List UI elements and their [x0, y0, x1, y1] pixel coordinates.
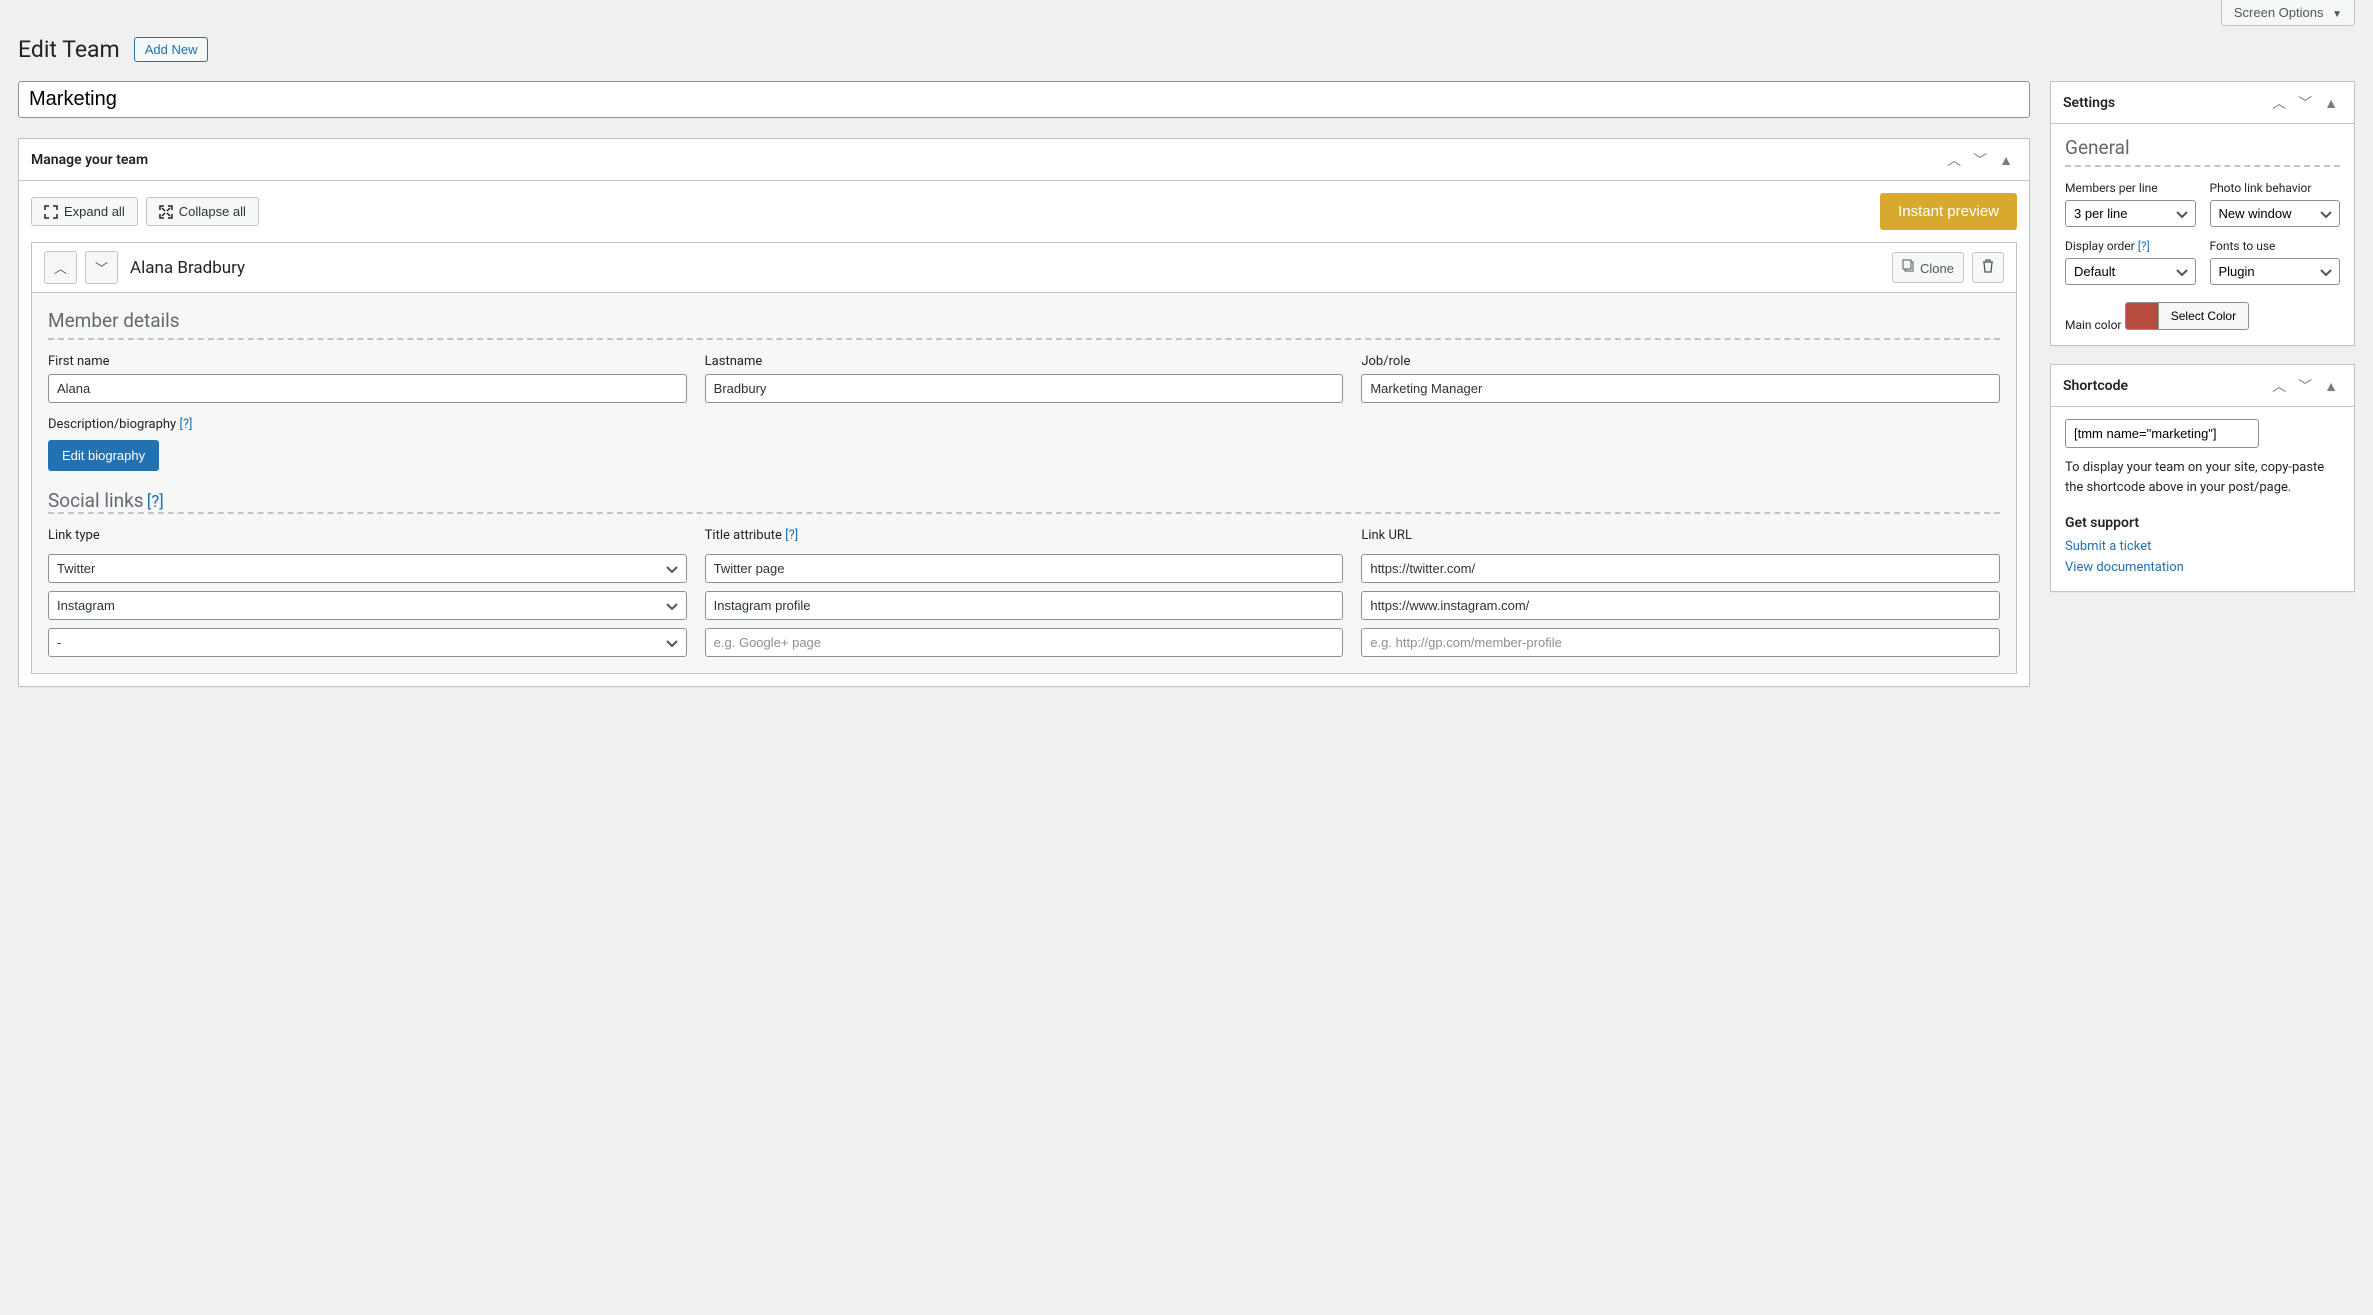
members-per-line-select[interactable]: 3 per line: [2065, 200, 2196, 227]
copy-icon: [1902, 259, 1916, 273]
chevron-up-icon: ︿: [54, 261, 67, 276]
toggle-panel-button[interactable]: ▲: [2320, 374, 2342, 398]
select-color-button[interactable]: Select Color: [2158, 303, 2248, 329]
general-heading: General: [2065, 136, 2340, 159]
title-attr-help-link[interactable]: [?]: [785, 528, 798, 543]
link-url-input[interactable]: [1361, 628, 2000, 657]
first-name-input[interactable]: [48, 374, 687, 403]
member-card: ︿ ﹀ Alana Bradbury Clone: [31, 242, 2017, 674]
member-move-up-button[interactable]: ︿: [44, 251, 77, 284]
triangle-up-icon: ▲: [2324, 95, 2338, 111]
view-docs-link[interactable]: View documentation: [2065, 558, 2340, 579]
last-name-input[interactable]: [705, 374, 1344, 403]
chevron-up-icon: ︿: [1947, 152, 1961, 168]
team-title-input[interactable]: [18, 81, 2030, 118]
toggle-panel-button[interactable]: ▲: [1995, 148, 2017, 172]
display-order-help-link[interactable]: [?]: [2138, 239, 2150, 253]
fonts-label: Fonts to use: [2210, 239, 2341, 253]
fonts-select[interactable]: Plugin: [2210, 258, 2341, 285]
link-url-input[interactable]: [1361, 591, 2000, 620]
social-links-heading: Social links: [48, 489, 144, 512]
main-color-label: Main color: [2065, 318, 2121, 332]
description-label: Description/biography: [48, 417, 176, 432]
collapse-all-label: Collapse all: [179, 204, 246, 219]
instant-preview-button[interactable]: Instant preview: [1880, 193, 2017, 230]
description-help-link[interactable]: [?]: [179, 417, 192, 432]
move-down-button[interactable]: ﹀: [1969, 148, 1991, 172]
last-name-label: Lastname: [705, 354, 1344, 369]
chevron-up-icon: ︿: [2272, 95, 2286, 111]
trash-icon: [1982, 259, 1994, 273]
clone-label: Clone: [1920, 261, 1954, 276]
divider: [2065, 165, 2340, 167]
expand-icon: [44, 205, 58, 219]
chevron-up-icon: ︿: [2272, 378, 2286, 394]
support-heading: Get support: [2065, 515, 2340, 531]
chevron-down-icon: ﹀: [2298, 378, 2312, 394]
edit-biography-button[interactable]: Edit biography: [48, 440, 159, 471]
expand-all-button[interactable]: Expand all: [31, 197, 138, 226]
job-input[interactable]: [1361, 374, 2000, 403]
member-name: Alana Bradbury: [130, 258, 245, 278]
member-details-heading: Member details: [48, 309, 2000, 332]
display-order-select[interactable]: Default: [2065, 258, 2196, 285]
members-per-line-label: Members per line: [2065, 181, 2196, 195]
move-up-button[interactable]: ︿: [1943, 148, 1965, 172]
move-up-button[interactable]: ︿: [2268, 374, 2290, 398]
photo-link-select[interactable]: New window: [2210, 200, 2341, 227]
link-url-input[interactable]: [1361, 554, 2000, 583]
divider: [48, 512, 2000, 514]
move-up-button[interactable]: ︿: [2268, 91, 2290, 115]
link-type-select[interactable]: Instagram: [48, 591, 687, 620]
title-attr-input[interactable]: [705, 591, 1344, 620]
shortcode-description: To display your team on your site, copy-…: [2065, 458, 2340, 497]
triangle-up-icon: ▲: [2324, 378, 2338, 394]
manage-team-heading: Manage your team: [31, 152, 148, 168]
link-url-label: Link URL: [1361, 528, 2000, 543]
title-attr-input[interactable]: [705, 628, 1344, 657]
link-type-select[interactable]: Twitter: [48, 554, 687, 583]
chevron-down-icon: ﹀: [1973, 152, 1987, 168]
job-label: Job/role: [1361, 354, 2000, 369]
caret-down-icon: ▼: [2332, 9, 2342, 20]
settings-heading: Settings: [2063, 95, 2115, 111]
link-type-select[interactable]: -: [48, 628, 687, 657]
move-down-button[interactable]: ﹀: [2294, 91, 2316, 115]
manage-team-panel: Manage your team ︿ ﹀ ▲ Expand all: [18, 138, 2030, 687]
add-new-button[interactable]: Add New: [134, 37, 209, 62]
display-order-label: Display order: [2065, 239, 2135, 253]
color-swatch: [2126, 303, 2158, 329]
submit-ticket-link[interactable]: Submit a ticket: [2065, 537, 2340, 558]
first-name-label: First name: [48, 354, 687, 369]
shortcode-input[interactable]: [2065, 419, 2259, 448]
divider: [48, 338, 2000, 340]
title-attr-input[interactable]: [705, 554, 1344, 583]
member-move-down-button[interactable]: ﹀: [85, 251, 118, 284]
social-links-help-link[interactable]: [?]: [147, 492, 164, 512]
expand-all-label: Expand all: [64, 204, 125, 219]
screen-options-button[interactable]: Screen Options ▼: [2221, 0, 2355, 26]
delete-member-button[interactable]: [1972, 252, 2004, 283]
toggle-panel-button[interactable]: ▲: [2320, 91, 2342, 115]
chevron-down-icon: ﹀: [2298, 95, 2312, 111]
photo-link-label: Photo link behavior: [2210, 181, 2341, 195]
shortcode-panel: Shortcode ︿ ﹀ ▲ To display your team on …: [2050, 364, 2355, 592]
chevron-down-icon: ﹀: [95, 261, 108, 276]
title-attr-label: Title attribute: [705, 528, 782, 543]
move-down-button[interactable]: ﹀: [2294, 374, 2316, 398]
collapse-icon: [159, 205, 173, 219]
clone-button[interactable]: Clone: [1892, 252, 1964, 283]
page-title: Edit Team: [18, 36, 120, 63]
screen-options-label: Screen Options: [2234, 5, 2324, 20]
shortcode-heading: Shortcode: [2063, 378, 2128, 394]
collapse-all-button[interactable]: Collapse all: [146, 197, 259, 226]
link-type-label: Link type: [48, 528, 687, 543]
triangle-up-icon: ▲: [1999, 152, 2013, 168]
settings-panel: Settings ︿ ﹀ ▲ General Members per line …: [2050, 81, 2355, 346]
